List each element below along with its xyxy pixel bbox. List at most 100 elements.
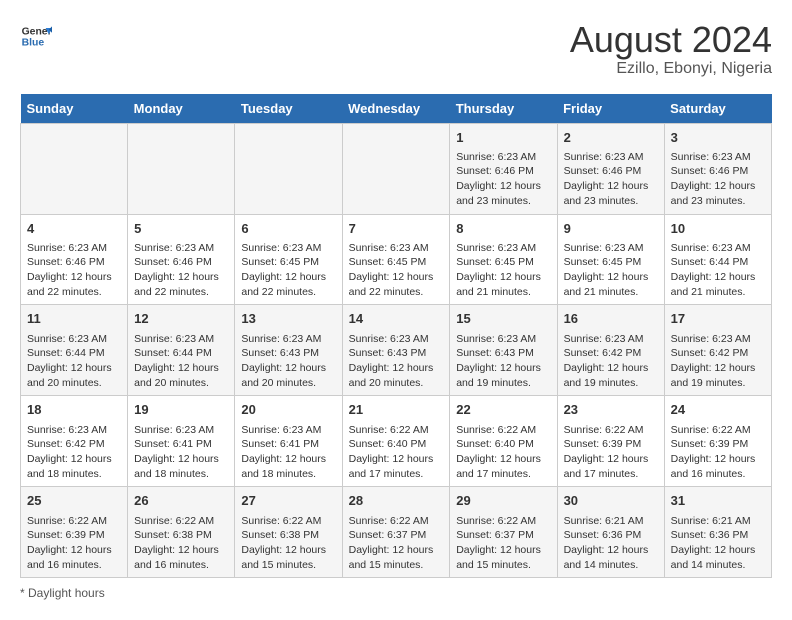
- day-info: Sunrise: 6:22 AM Sunset: 6:39 PM Dayligh…: [27, 514, 121, 573]
- calendar-cell: 11Sunrise: 6:23 AM Sunset: 6:44 PM Dayli…: [21, 305, 128, 396]
- calendar-cell: 27Sunrise: 6:22 AM Sunset: 6:38 PM Dayli…: [235, 487, 342, 578]
- calendar-cell: 23 Sunrise: 6:22 AM Sunset: 6:39 PM Dayli…: [557, 396, 664, 487]
- day-number: 26: [134, 492, 228, 510]
- calendar-cell: 10 Sunrise: 6:23 AM Sunset: 6:44 PM Dayli…: [664, 214, 771, 305]
- calendar-cell: 20 Sunrise: 6:23 AM Sunset: 6:41 PM Dayli…: [235, 396, 342, 487]
- logo-icon: General Blue: [20, 20, 52, 52]
- day-header-tuesday: Tuesday: [235, 94, 342, 124]
- day-header-wednesday: Wednesday: [342, 94, 450, 124]
- day-number: 8: [456, 220, 550, 238]
- calendar-cell: 21 Sunrise: 6:22 AM Sunset: 6:40 PM Dayli…: [342, 396, 450, 487]
- day-header-thursday: Thursday: [450, 94, 557, 124]
- day-info: Sunrise: 6:23 AM Sunset: 6:45 PM Dayligh…: [349, 241, 444, 300]
- day-info: Sunrise: 6:23 AM Sunset: 6:46 PM Dayligh…: [27, 241, 121, 300]
- day-number: 10: [671, 220, 765, 238]
- day-info: Sunrise: 6:22 AM Sunset: 6:40 PM Dayligh…: [456, 423, 550, 482]
- day-info: Sunrise: 6:21 AM Sunset: 6:36 PM Dayligh…: [671, 514, 765, 573]
- day-info: Sunrise: 6:23 AM Sunset: 6:41 PM Dayligh…: [241, 423, 335, 482]
- calendar-cell: 17 Sunrise: 6:23 AM Sunset: 6:42 PM Dayli…: [664, 305, 771, 396]
- day-number: 30: [564, 492, 658, 510]
- calendar-week-row: 18Sunrise: 6:23 AM Sunset: 6:42 PM Dayli…: [21, 396, 772, 487]
- title-area: August 2024 Ezillo, Ebonyi, Nigeria: [570, 20, 772, 78]
- calendar-cell: 7 Sunrise: 6:23 AM Sunset: 6:45 PM Daylig…: [342, 214, 450, 305]
- calendar-cell: 1Sunrise: 6:23 AM Sunset: 6:46 PM Daylig…: [450, 123, 557, 214]
- calendar-cell: 25 Sunrise: 6:22 AM Sunset: 6:39 PM Dayli…: [21, 487, 128, 578]
- day-info: Sunrise: 6:23 AM Sunset: 6:43 PM Dayligh…: [456, 332, 550, 391]
- calendar-week-row: 4 Sunrise: 6:23 AM Sunset: 6:46 PM Daylig…: [21, 214, 772, 305]
- calendar-cell: 28Sunrise: 6:22 AM Sunset: 6:37 PM Dayli…: [342, 487, 450, 578]
- calendar-cell: 14Sunrise: 6:23 AM Sunset: 6:43 PM Dayli…: [342, 305, 450, 396]
- day-number: 11: [27, 310, 121, 328]
- day-info: Sunrise: 6:22 AM Sunset: 6:39 PM Dayligh…: [564, 423, 658, 482]
- calendar-week-row: 25 Sunrise: 6:22 AM Sunset: 6:39 PM Dayli…: [21, 487, 772, 578]
- day-number: 29: [456, 492, 550, 510]
- day-info: Sunrise: 6:23 AM Sunset: 6:46 PM Dayligh…: [134, 241, 228, 300]
- footer-note-text: Daylight hours: [28, 586, 105, 600]
- day-info: Sunrise: 6:23 AM Sunset: 6:43 PM Dayligh…: [241, 332, 335, 391]
- logo: General Blue: [20, 20, 52, 52]
- calendar-cell: 16Sunrise: 6:23 AM Sunset: 6:42 PM Dayli…: [557, 305, 664, 396]
- day-number: 3: [671, 129, 765, 147]
- day-number: 7: [349, 220, 444, 238]
- day-info: Sunrise: 6:23 AM Sunset: 6:46 PM Dayligh…: [671, 150, 765, 209]
- day-header-friday: Friday: [557, 94, 664, 124]
- day-info: Sunrise: 6:23 AM Sunset: 6:45 PM Dayligh…: [564, 241, 658, 300]
- day-number: 5: [134, 220, 228, 238]
- day-info: Sunrise: 6:22 AM Sunset: 6:40 PM Dayligh…: [349, 423, 444, 482]
- day-number: 31: [671, 492, 765, 510]
- calendar-cell: 4 Sunrise: 6:23 AM Sunset: 6:46 PM Daylig…: [21, 214, 128, 305]
- calendar-cell: 19Sunrise: 6:23 AM Sunset: 6:41 PM Dayli…: [128, 396, 235, 487]
- subtitle: Ezillo, Ebonyi, Nigeria: [570, 60, 772, 78]
- calendar-cell: [342, 123, 450, 214]
- day-info: Sunrise: 6:22 AM Sunset: 6:39 PM Dayligh…: [671, 423, 765, 482]
- day-number: 18: [27, 401, 121, 419]
- day-info: Sunrise: 6:23 AM Sunset: 6:46 PM Dayligh…: [456, 150, 550, 209]
- calendar-cell: 31 Sunrise: 6:21 AM Sunset: 6:36 PM Dayli…: [664, 487, 771, 578]
- calendar-cell: 15 Sunrise: 6:23 AM Sunset: 6:43 PM Dayli…: [450, 305, 557, 396]
- day-number: 20: [241, 401, 335, 419]
- calendar-cell: 5 Sunrise: 6:23 AM Sunset: 6:46 PM Daylig…: [128, 214, 235, 305]
- day-number: 23: [564, 401, 658, 419]
- calendar-cell: 12Sunrise: 6:23 AM Sunset: 6:44 PM Dayli…: [128, 305, 235, 396]
- day-number: 6: [241, 220, 335, 238]
- day-info: Sunrise: 6:23 AM Sunset: 6:42 PM Dayligh…: [564, 332, 658, 391]
- calendar-header: SundayMondayTuesdayWednesdayThursdayFrid…: [21, 94, 772, 124]
- day-number: 4: [27, 220, 121, 238]
- header: General Blue August 2024 Ezillo, Ebonyi,…: [20, 20, 772, 78]
- day-number: 28: [349, 492, 444, 510]
- calendar-week-row: 1Sunrise: 6:23 AM Sunset: 6:46 PM Daylig…: [21, 123, 772, 214]
- calendar-cell: [235, 123, 342, 214]
- day-number: 15: [456, 310, 550, 328]
- calendar-cell: 8 Sunrise: 6:23 AM Sunset: 6:45 PM Daylig…: [450, 214, 557, 305]
- day-number: 21: [349, 401, 444, 419]
- day-number: 14: [349, 310, 444, 328]
- day-number: 27: [241, 492, 335, 510]
- calendar-cell: [21, 123, 128, 214]
- day-header-saturday: Saturday: [664, 94, 771, 124]
- day-number: 13: [241, 310, 335, 328]
- day-info: Sunrise: 6:23 AM Sunset: 6:44 PM Dayligh…: [671, 241, 765, 300]
- day-number: 2: [564, 129, 658, 147]
- day-number: 24: [671, 401, 765, 419]
- day-header-sunday: Sunday: [21, 94, 128, 124]
- calendar-cell: [128, 123, 235, 214]
- day-info: Sunrise: 6:23 AM Sunset: 6:44 PM Dayligh…: [134, 332, 228, 391]
- day-number: 17: [671, 310, 765, 328]
- main-title: August 2024: [570, 20, 772, 60]
- calendar-cell: 30 Sunrise: 6:21 AM Sunset: 6:36 PM Dayli…: [557, 487, 664, 578]
- day-header-monday: Monday: [128, 94, 235, 124]
- days-of-week-row: SundayMondayTuesdayWednesdayThursdayFrid…: [21, 94, 772, 124]
- day-info: Sunrise: 6:23 AM Sunset: 6:42 PM Dayligh…: [671, 332, 765, 391]
- day-info: Sunrise: 6:21 AM Sunset: 6:36 PM Dayligh…: [564, 514, 658, 573]
- day-info: Sunrise: 6:23 AM Sunset: 6:41 PM Dayligh…: [134, 423, 228, 482]
- calendar-cell: 6Sunrise: 6:23 AM Sunset: 6:45 PM Daylig…: [235, 214, 342, 305]
- calendar-cell: 18Sunrise: 6:23 AM Sunset: 6:42 PM Dayli…: [21, 396, 128, 487]
- day-number: 25: [27, 492, 121, 510]
- calendar-cell: 26Sunrise: 6:22 AM Sunset: 6:38 PM Dayli…: [128, 487, 235, 578]
- day-number: 9: [564, 220, 658, 238]
- footer-note: * Daylight hours: [20, 586, 772, 600]
- day-info: Sunrise: 6:23 AM Sunset: 6:45 PM Dayligh…: [456, 241, 550, 300]
- day-info: Sunrise: 6:23 AM Sunset: 6:46 PM Dayligh…: [564, 150, 658, 209]
- day-number: 22: [456, 401, 550, 419]
- calendar-cell: 9 Sunrise: 6:23 AM Sunset: 6:45 PM Daylig…: [557, 214, 664, 305]
